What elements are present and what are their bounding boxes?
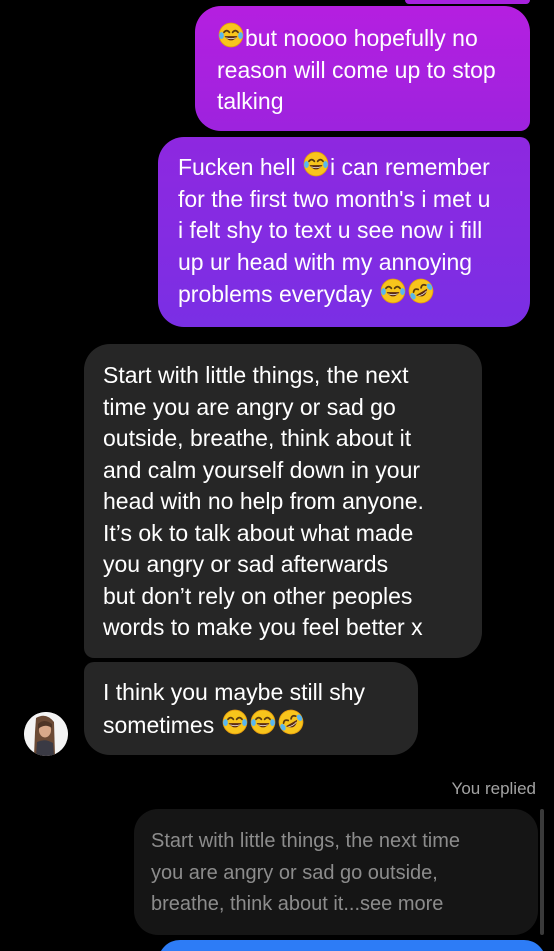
message-line: for the first two month's i met u (178, 185, 491, 212)
message-line: outside, breathe, think about it (103, 425, 412, 451)
quote-line: you are angry or sad go outside, (151, 861, 438, 884)
previous-bubble-edge (405, 0, 530, 4)
message-line: problems everyday (178, 278, 516, 311)
message-line: and calm yourself down in your (103, 456, 421, 483)
rofl-emoji-icon (408, 278, 434, 304)
message-line: but don’t rely on other peoples (103, 582, 413, 609)
message-line: up ur head with my annoying (178, 248, 473, 275)
reply-indicator-bar (540, 809, 544, 935)
message-line: head with no help from anyone. (103, 488, 424, 514)
message-line: Fucken hell i can remember (178, 151, 516, 184)
rofl-emoji-icon (278, 709, 304, 735)
profile-photo-icon (24, 712, 68, 756)
message-line: time you are angry or sad go (103, 393, 396, 420)
message-line: It’s ok to talk about what made (103, 519, 414, 546)
outgoing-message-bubble[interactable]: Fucken hell i can remember for the first… (158, 137, 530, 327)
laughing-tears-emoji-icon (218, 22, 244, 48)
incoming-message-bubble[interactable]: I think you maybe still shy sometimes (84, 662, 418, 755)
laughing-tears-emoji-icon (380, 278, 406, 304)
message-line: sometimes (103, 709, 404, 742)
message-line: reason will come up to stop (217, 56, 496, 83)
message-line: I think you maybe still shy (103, 679, 366, 705)
quote-line: breathe, think about it...see more (151, 893, 444, 915)
quote-line: Start with little things, the next time (151, 830, 461, 852)
incoming-message-bubble[interactable]: Start with little things, the next time … (84, 344, 482, 658)
message-line: talking (217, 88, 284, 114)
laughing-tears-emoji-icon (250, 709, 276, 735)
message-line: Start with little things, the next (103, 362, 409, 388)
message-line: words to make you feel better x (103, 614, 423, 640)
message-line: but noooo hopefully no (217, 22, 514, 55)
sender-avatar[interactable] (24, 712, 68, 756)
message-line: you angry or sad afterwards (103, 551, 389, 577)
outgoing-reply-bubble[interactable] (158, 940, 546, 951)
laughing-tears-emoji-icon (303, 151, 329, 177)
message-line: i felt shy to text u see now i fill (178, 217, 483, 243)
outgoing-message-bubble[interactable]: but noooo hopefully no reason will come … (195, 6, 530, 131)
you-replied-label: You replied (451, 779, 536, 798)
laughing-tears-emoji-icon (222, 709, 248, 735)
replied-message-quote[interactable]: Start with little things, the next time … (134, 809, 538, 935)
